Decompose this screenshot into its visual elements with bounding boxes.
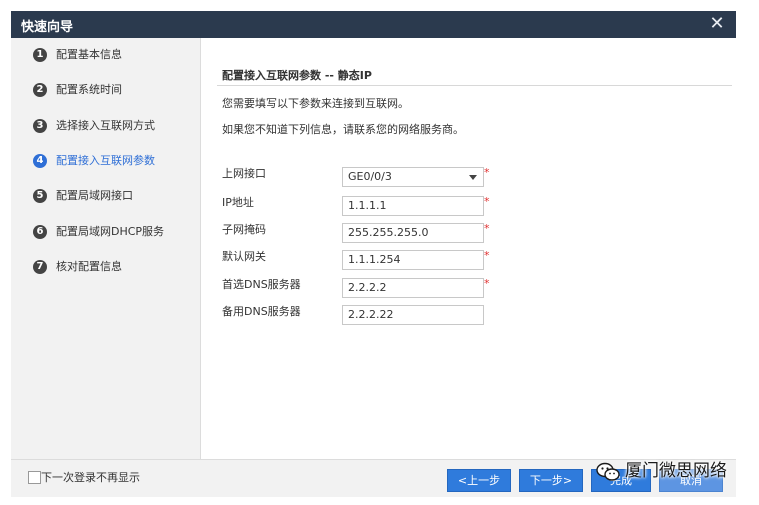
step-internet-access-mode[interactable]: 3 选择接入互联网方式 — [33, 117, 155, 135]
dns1-label: 首选DNS服务器 — [222, 278, 301, 291]
watermark-text: 厦门微思网络 — [625, 461, 727, 481]
required-mark: * — [484, 166, 490, 179]
ip-label: IP地址 — [222, 196, 254, 209]
step-number: 5 — [33, 189, 47, 203]
step-number: 4 — [33, 154, 47, 168]
title-bar: 快速向导 ✕ — [11, 11, 736, 38]
step-number: 6 — [33, 225, 47, 239]
step-lan-interface[interactable]: 5 配置局域网接口 — [33, 187, 133, 205]
prev-button[interactable]: <上一步 — [447, 469, 511, 492]
step-review-config[interactable]: 7 核对配置信息 — [33, 258, 122, 276]
page-title: 配置接入互联网参数 -- 静态IP — [222, 69, 372, 82]
step-basic-info[interactable]: 1 配置基本信息 — [33, 46, 122, 64]
step-number: 7 — [33, 260, 47, 274]
ip-address-field[interactable]: 1.1.1.1 — [342, 196, 484, 216]
interface-value: GE0/0/3 — [348, 170, 392, 183]
subnet-mask-field[interactable]: 255.255.255.0 — [342, 223, 484, 243]
default-gateway-field[interactable]: 1.1.1.254 — [342, 250, 484, 270]
step-label: 配置局域网接口 — [56, 189, 133, 202]
hint-text: 如果您不知道下列信息，请联系您的网络服务商。 — [222, 123, 464, 136]
interface-label: 上网接口 — [222, 167, 266, 180]
wizard-steps-sidebar: 1 配置基本信息 2 配置系统时间 3 选择接入互联网方式 4 配置接入互联网参数 5配… — [11, 38, 201, 459]
dns2-label: 备用DNS服务器 — [222, 305, 301, 318]
mask-label: 子网掩码 — [222, 223, 266, 236]
step-label: 配置接入互联网参数 — [56, 154, 155, 167]
step-system-time[interactable]: 2 配置系统时间 — [33, 81, 122, 99]
step-label: 选择接入互联网方式 — [56, 119, 155, 132]
window-title: 快速向导 — [21, 20, 74, 35]
step-label: 配置系统时间 — [56, 83, 122, 96]
wechat-icon — [596, 462, 620, 491]
dropdown-arrow-icon — [469, 175, 477, 180]
interface-select[interactable]: GE0/0/3 — [342, 167, 484, 187]
main-panel: 配置接入互联网参数 -- 静态IP 您需要填写以下参数来连接到互联网。 如果您不… — [201, 38, 736, 459]
dont-show-checkbox[interactable] — [28, 471, 41, 484]
required-mark: * — [484, 249, 490, 262]
divider — [217, 85, 732, 86]
close-icon[interactable]: ✕ — [706, 13, 728, 35]
step-number: 3 — [33, 119, 47, 133]
step-internet-parameters[interactable]: 4 配置接入互联网参数 — [33, 152, 155, 170]
step-lan-dhcp[interactable]: 6 配置局域网DHCP服务 — [33, 223, 164, 241]
step-label: 核对配置信息 — [56, 260, 122, 273]
step-label: 配置局域网DHCP服务 — [56, 225, 165, 238]
required-mark: * — [484, 222, 490, 235]
required-mark: * — [484, 277, 490, 290]
gateway-label: 默认网关 — [222, 250, 266, 263]
next-button[interactable]: 下一步> — [519, 469, 583, 492]
dont-show-label: 下一次登录不再显示 — [41, 471, 140, 484]
intro-text: 您需要填写以下参数来连接到互联网。 — [222, 97, 409, 110]
secondary-dns-field[interactable]: 2.2.2.22 — [342, 305, 484, 325]
step-label: 配置基本信息 — [56, 48, 122, 61]
watermark: 厦门微思网络 — [596, 457, 727, 485]
required-mark: * — [484, 195, 490, 208]
step-number: 2 — [33, 83, 47, 97]
step-number: 1 — [33, 48, 47, 62]
primary-dns-field[interactable]: 2.2.2.2 — [342, 278, 484, 298]
